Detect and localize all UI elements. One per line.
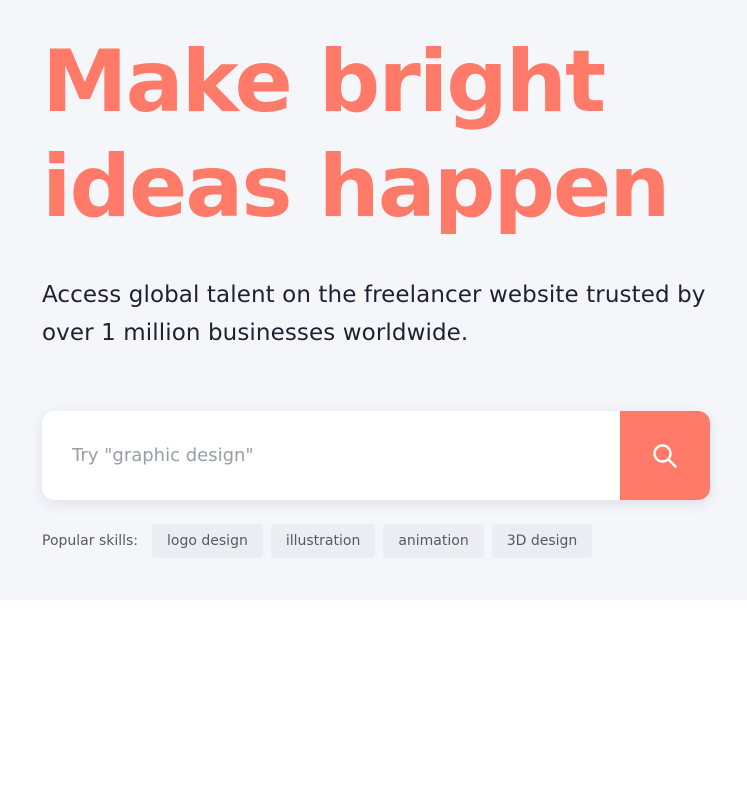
headline-line-2: ideas happen — [42, 137, 670, 237]
hero-section: Make bright ideas happen Access global t… — [0, 0, 747, 600]
popular-skills-label: Popular skills: — [42, 533, 139, 549]
search-icon — [653, 443, 677, 468]
search-input[interactable] — [42, 411, 620, 500]
search-button[interactable] — [620, 411, 710, 500]
headline-line-1: Make bright — [42, 32, 606, 132]
search-bar — [42, 411, 710, 500]
skill-chip[interactable]: illustration — [270, 524, 376, 558]
hero-subheadline: Access global talent on the freelancer w… — [42, 282, 706, 346]
popular-skills: Popular skills: logo design illustration… — [42, 524, 600, 558]
hero-headline: Make bright ideas happen — [42, 30, 732, 240]
skill-chip[interactable]: logo design — [152, 524, 263, 558]
skill-chip[interactable]: animation — [383, 524, 484, 558]
skill-chip[interactable]: 3D design — [491, 524, 593, 558]
